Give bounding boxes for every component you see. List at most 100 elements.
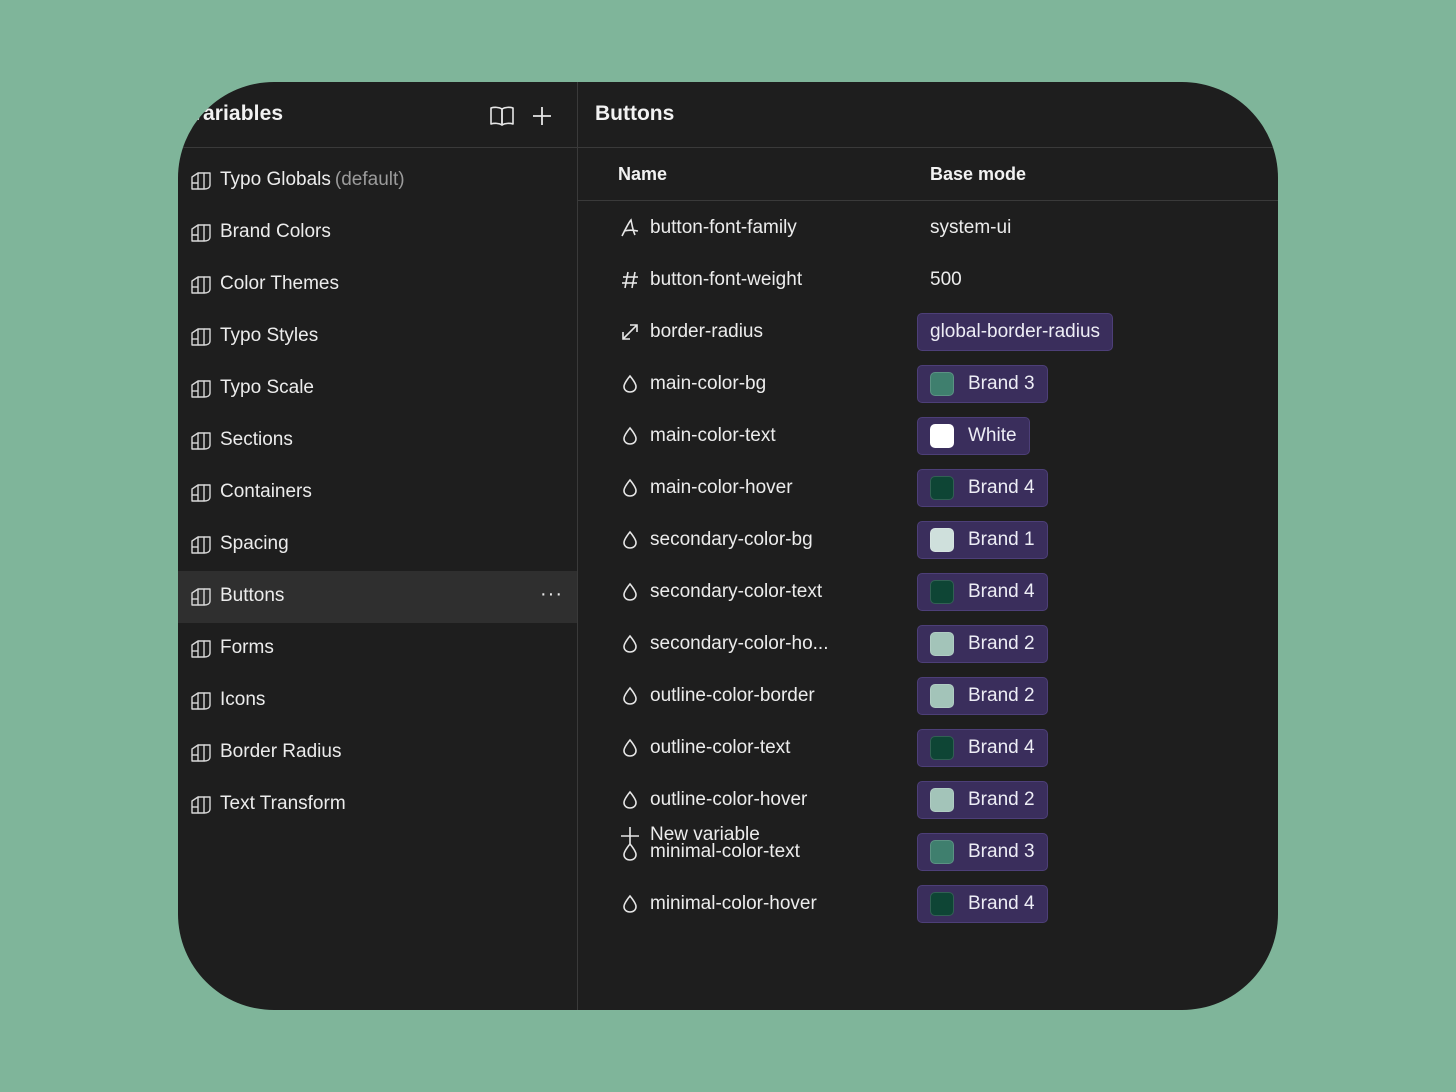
alias-value-pill[interactable]: Brand 4 <box>917 573 1048 611</box>
sidebar-item-label: Icons <box>220 689 266 710</box>
alias-value-label: Brand 2 <box>968 789 1035 810</box>
table-row[interactable]: secondary-color-bg Brand 1 <box>578 514 1278 566</box>
alias-value-pill[interactable]: White <box>917 417 1030 455</box>
variable-name[interactable]: border-radius <box>650 321 763 343</box>
sidebar-item[interactable]: Typo Styles <box>178 311 577 363</box>
variable-value[interactable]: system-ui <box>930 217 1011 239</box>
alias-value-pill[interactable]: Brand 4 <box>917 885 1048 923</box>
variable-name[interactable]: minimal-color-hover <box>650 893 817 915</box>
resize-icon <box>620 322 640 342</box>
alias-value-label: Brand 1 <box>968 529 1035 550</box>
drop-icon <box>620 374 640 394</box>
table-header: Name Base mode <box>578 148 1278 201</box>
variable-name[interactable]: main-color-text <box>650 425 776 447</box>
add-collection-icon[interactable] <box>529 103 555 129</box>
plus-icon <box>621 827 639 845</box>
variable-name[interactable]: outline-color-border <box>650 685 815 707</box>
alias-value-label: Brand 4 <box>968 893 1035 914</box>
new-variable-button[interactable]: New variable <box>578 810 1278 862</box>
sidebar-item-label: Spacing <box>220 533 289 554</box>
alias-value-pill[interactable]: Brand 4 <box>917 729 1048 767</box>
sidebar-item-label: Containers <box>220 481 312 502</box>
sidebar-item[interactable]: Sections <box>178 415 577 467</box>
collection-icon <box>190 534 212 556</box>
variable-name[interactable]: secondary-color-text <box>650 581 822 603</box>
collection-icon <box>190 378 212 400</box>
collection-icon <box>190 690 212 712</box>
table-row[interactable]: main-color-text White <box>578 410 1278 462</box>
sidebar-item-label: Forms <box>220 637 274 658</box>
collection-icon <box>190 430 212 452</box>
color-swatch <box>930 424 954 448</box>
collection-list: Typo Globals (default) Brand Colors Color T… <box>178 155 577 831</box>
color-swatch <box>930 684 954 708</box>
book-icon[interactable] <box>489 103 515 129</box>
variable-value[interactable]: 500 <box>930 269 962 291</box>
drop-icon <box>620 634 640 654</box>
sidebar-item-label: Sections <box>220 429 293 450</box>
sidebar-item-label: Typo Globals <box>220 169 331 190</box>
table-row[interactable]: border-radius global-border-radius <box>578 306 1278 358</box>
table-row[interactable]: minimal-color-hover Brand 4 <box>578 878 1278 930</box>
font-icon <box>620 218 640 238</box>
collection-icon <box>190 742 212 764</box>
sidebar-item-label: Buttons <box>220 585 285 606</box>
variable-name[interactable]: button-font-weight <box>650 269 802 291</box>
alias-value-label: Brand 4 <box>968 581 1035 602</box>
table-row[interactable]: button-font-weight 500 <box>578 254 1278 306</box>
sidebar-item[interactable]: Typo Scale <box>178 363 577 415</box>
drop-icon <box>620 738 640 758</box>
alias-value-pill[interactable]: Brand 4 <box>917 469 1048 507</box>
color-swatch <box>930 788 954 812</box>
table-row[interactable]: outline-color-text Brand 4 <box>578 722 1278 774</box>
sidebar-item[interactable]: Text Transform <box>178 779 577 831</box>
table-row[interactable]: button-font-family system-ui <box>578 202 1278 254</box>
alias-value-pill[interactable]: global-border-radius <box>917 313 1114 351</box>
color-swatch <box>930 892 954 916</box>
sidebar-item[interactable]: Icons <box>178 675 577 727</box>
table-row[interactable]: secondary-color-text Brand 4 <box>578 566 1278 618</box>
sidebar-item[interactable]: Forms <box>178 623 577 675</box>
variable-name[interactable]: main-color-bg <box>650 373 766 395</box>
sidebar-item-label: Color Themes <box>220 273 339 294</box>
table-row[interactable]: main-color-hover Brand 4 <box>578 462 1278 514</box>
sidebar-item[interactable]: Spacing <box>178 519 577 571</box>
table-row[interactable]: secondary-color-ho... Brand 2 <box>578 618 1278 670</box>
alias-value-label: White <box>968 425 1017 446</box>
sidebar-item[interactable]: Typo Globals (default) <box>178 155 577 207</box>
alias-value-pill[interactable]: Brand 3 <box>917 365 1048 403</box>
sidebar-item[interactable]: Buttons ··· <box>178 571 577 623</box>
column-mode-header[interactable]: Base mode <box>930 164 1026 185</box>
variables-window: Variables Typo Globals (default) Brand Col… <box>178 82 1278 1010</box>
drop-icon <box>620 478 640 498</box>
alias-value-pill[interactable]: Brand 1 <box>917 521 1048 559</box>
new-variable-label: New variable <box>650 824 760 845</box>
collection-icon <box>190 222 212 244</box>
sidebar-item[interactable]: Containers <box>178 467 577 519</box>
variable-name[interactable]: secondary-color-ho... <box>650 633 828 655</box>
table-row[interactable]: outline-color-border Brand 2 <box>578 670 1278 722</box>
alias-value-label: global-border-radius <box>930 321 1101 342</box>
table-row[interactable]: main-color-bg Brand 3 <box>578 358 1278 410</box>
variables-panel: Buttons Name Base mode button-font-famil… <box>578 82 1278 1010</box>
variable-name[interactable]: main-color-hover <box>650 477 793 499</box>
panel-title: Buttons <box>595 102 675 125</box>
variable-name[interactable]: outline-color-text <box>650 737 790 759</box>
drop-icon <box>620 894 640 914</box>
alias-value-pill[interactable]: Brand 2 <box>917 625 1048 663</box>
sidebar-item[interactable]: Border Radius <box>178 727 577 779</box>
variable-name[interactable]: outline-color-hover <box>650 789 807 811</box>
number-icon <box>620 270 640 290</box>
collection-icon <box>190 170 212 192</box>
more-options-icon[interactable]: ··· <box>540 583 563 606</box>
sidebar-item[interactable]: Color Themes <box>178 259 577 311</box>
drop-icon <box>620 790 640 810</box>
drop-icon <box>620 582 640 602</box>
alias-value-pill[interactable]: Brand 2 <box>917 677 1048 715</box>
variable-name[interactable]: secondary-color-bg <box>650 529 813 551</box>
sidebar-item-label: Typo Styles <box>220 325 319 346</box>
sidebar-item[interactable]: Brand Colors <box>178 207 577 259</box>
column-name-header[interactable]: Name <box>618 164 667 185</box>
sidebar-item-label: Brand Colors <box>220 221 331 242</box>
variable-name[interactable]: button-font-family <box>650 217 797 239</box>
